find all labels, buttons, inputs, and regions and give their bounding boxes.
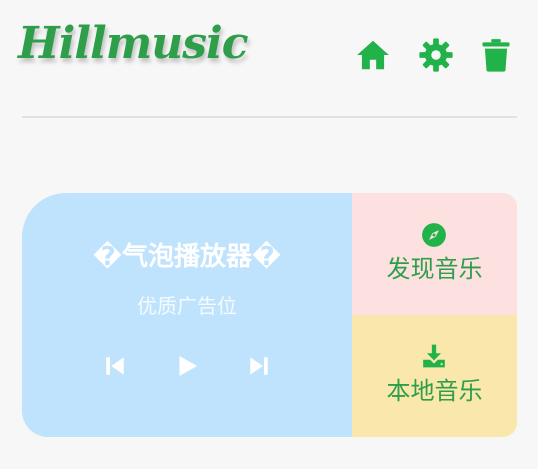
app-logo: Hillmusic — [18, 18, 249, 69]
settings-gear-icon[interactable] — [417, 36, 455, 74]
compass-icon — [421, 222, 447, 248]
skip-next-icon[interactable] — [244, 351, 274, 381]
header-divider — [22, 116, 517, 118]
player-ad-slot-text: 优质广告位 — [137, 294, 237, 318]
home-icon[interactable] — [354, 36, 392, 74]
discover-music-tile[interactable]: 发现音乐 — [352, 193, 517, 315]
local-music-tile[interactable]: 本地音乐 — [352, 315, 517, 437]
player-title: �气泡播放器� — [93, 242, 281, 272]
play-icon[interactable] — [172, 351, 202, 381]
download-icon — [421, 343, 447, 369]
discover-music-label: 发现音乐 — [386, 255, 483, 283]
local-music-label: 本地音乐 — [386, 377, 483, 405]
header: Hillmusic — [0, 0, 538, 118]
trash-icon[interactable] — [477, 36, 515, 74]
skip-previous-icon[interactable] — [100, 351, 130, 381]
app-root: Hillmusic �气泡播放器� 优质广告位 发现音乐 本地音乐 — [0, 0, 538, 469]
